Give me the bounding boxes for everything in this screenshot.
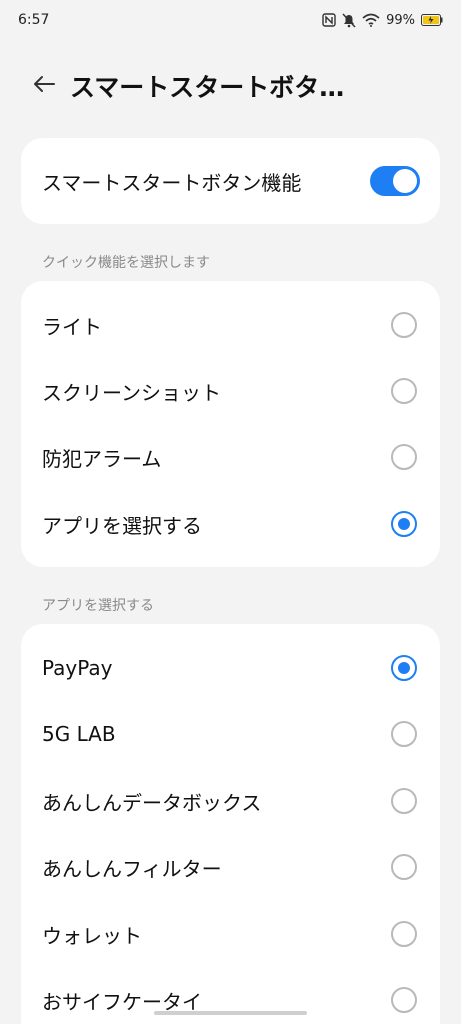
page-title: スマートスタートボタ… <box>70 73 345 102</box>
app-options-card: PayPay 5G LAB あんしんデータボックス あんしんフィルター ウォレッ… <box>21 624 440 1024</box>
app-header: スマートスタートボタ… <box>0 60 461 112</box>
status-bar: 6:57 99% <box>0 0 461 40</box>
switch-knob <box>393 169 417 193</box>
option-label: アプリを選択する <box>42 513 202 538</box>
option-label: あんしんデータボックス <box>42 790 262 815</box>
radio-button[interactable] <box>391 987 417 1013</box>
quick-option-security-alarm[interactable]: 防犯アラーム <box>21 431 440 483</box>
quick-section-header: クイック機能を選択します <box>42 255 210 271</box>
radio-button[interactable] <box>391 788 417 814</box>
app-option-wallet[interactable]: ウォレット <box>21 908 440 960</box>
option-label: 5G LAB <box>42 722 116 746</box>
radio-button-selected[interactable] <box>391 511 417 537</box>
option-label: ウォレット <box>42 923 142 948</box>
app-option-osaifu-keitai[interactable]: おサイフケータイ <box>21 974 440 1024</box>
option-label: ライト <box>42 314 102 339</box>
option-label: PayPay <box>42 656 113 680</box>
radio-button[interactable] <box>391 312 417 338</box>
radio-button-selected[interactable] <box>391 655 417 681</box>
quick-options-card: ライト スクリーンショット 防犯アラーム アプリを選択する <box>21 281 440 567</box>
nfc-icon <box>322 13 336 27</box>
option-label: スクリーンショット <box>42 380 221 405</box>
option-label: あんしんフィルター <box>42 856 222 881</box>
quick-option-light[interactable]: ライト <box>21 299 440 351</box>
radio-button[interactable] <box>391 378 417 404</box>
app-option-paypay[interactable]: PayPay <box>21 642 440 694</box>
feature-toggle-switch[interactable] <box>370 166 420 196</box>
radio-button[interactable] <box>391 721 417 747</box>
quick-option-select-app[interactable]: アプリを選択する <box>21 498 440 550</box>
battery-percentage: 99% <box>386 12 415 28</box>
status-time: 6:57 <box>18 12 50 28</box>
app-option-data-box[interactable]: あんしんデータボックス <box>21 775 440 827</box>
radio-button[interactable] <box>391 444 417 470</box>
app-option-filter[interactable]: あんしんフィルター <box>21 841 440 893</box>
wifi-icon <box>362 13 380 27</box>
quick-option-screenshot[interactable]: スクリーンショット <box>21 365 440 417</box>
status-icons: 99% <box>322 13 443 28</box>
feature-toggle-card: スマートスタートボタン機能 <box>21 138 440 224</box>
app-section-header: アプリを選択する <box>42 598 154 614</box>
app-option-5g-lab[interactable]: 5G LAB <box>21 708 440 760</box>
back-button[interactable] <box>24 66 64 106</box>
feature-toggle-label: スマートスタートボタン機能 <box>42 170 302 195</box>
radio-button[interactable] <box>391 854 417 880</box>
back-arrow-icon <box>32 74 56 98</box>
feature-toggle-row[interactable]: スマートスタートボタン機能 <box>21 138 440 224</box>
home-indicator[interactable] <box>154 1011 307 1015</box>
radio-button[interactable] <box>391 921 417 947</box>
notifications-muted-icon <box>342 12 356 28</box>
option-label: 防犯アラーム <box>42 446 162 471</box>
battery-charging-icon <box>421 14 443 26</box>
